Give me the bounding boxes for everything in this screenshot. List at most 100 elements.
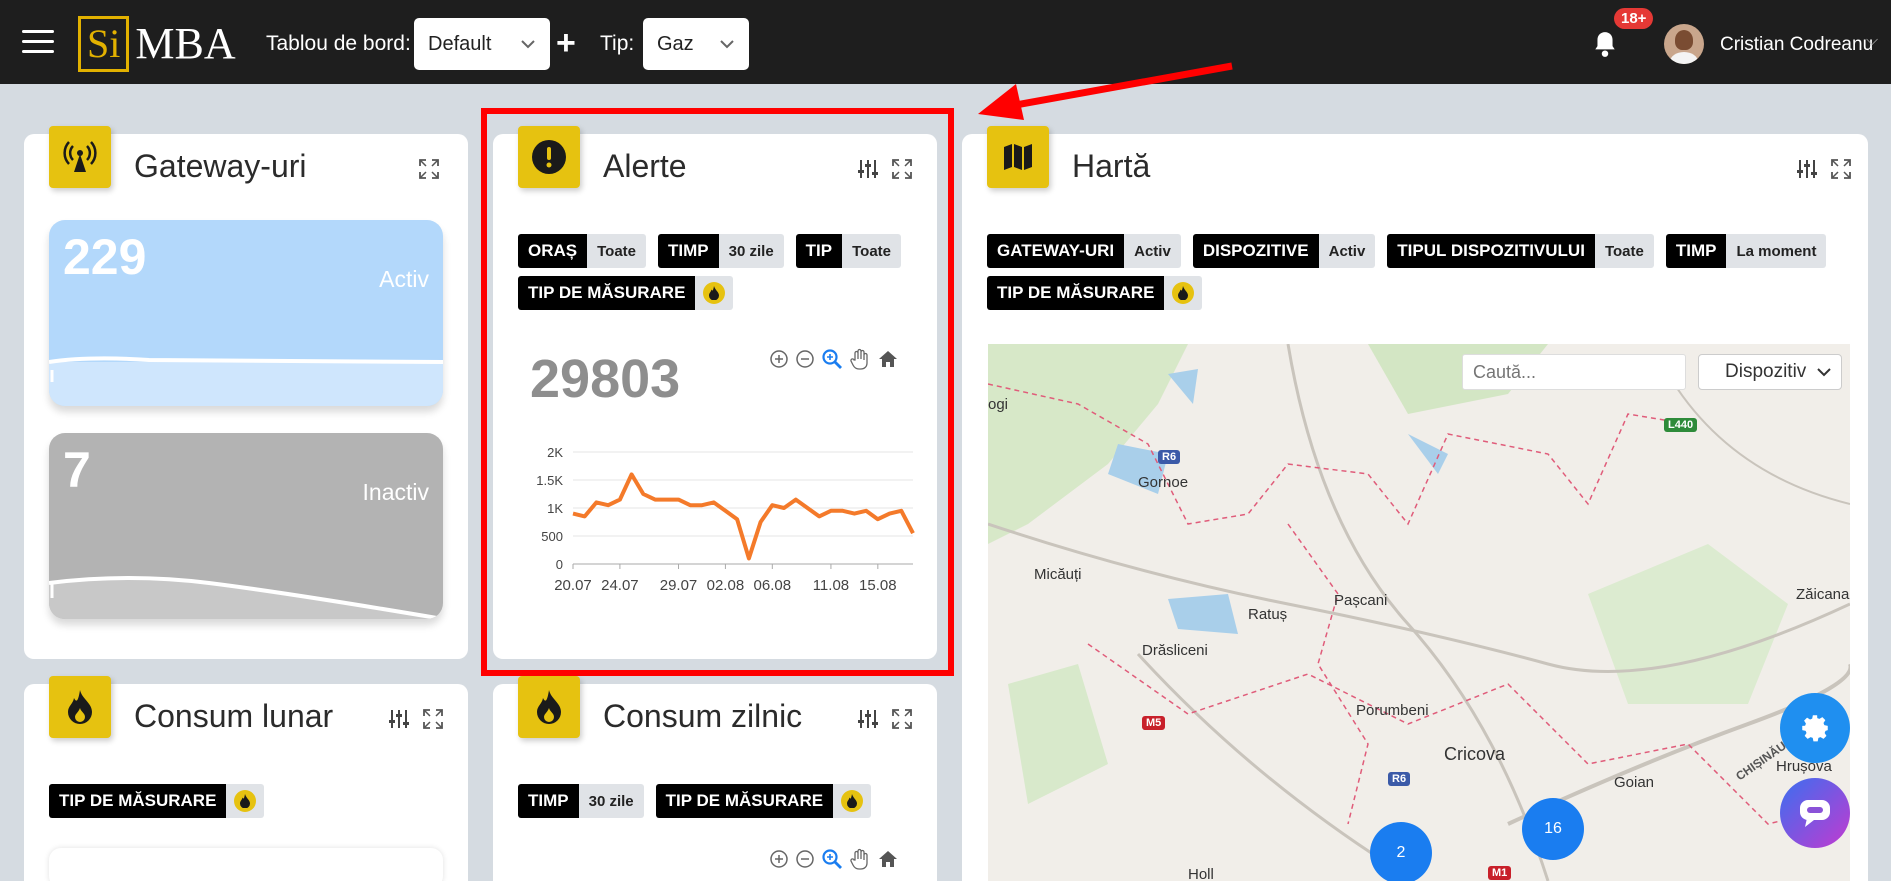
monthly-chart-area bbox=[49, 848, 443, 881]
place-label: Pașcani bbox=[1334, 592, 1388, 609]
road-shield: M1 bbox=[1488, 866, 1512, 880]
annotation-arrow bbox=[978, 62, 1233, 120]
logo-mba: MBA bbox=[135, 19, 236, 68]
place-label: Ratuș bbox=[1248, 606, 1288, 623]
flame-icon bbox=[1172, 282, 1195, 304]
search-icon[interactable] bbox=[821, 848, 843, 870]
type-label: Tip: bbox=[600, 32, 635, 55]
road-shield: R6 bbox=[1388, 772, 1411, 786]
flame-icon bbox=[841, 790, 864, 812]
filter-chip-measurement[interactable]: TIP DE MĂSURARE bbox=[987, 276, 1203, 310]
chip-value: Toate bbox=[1594, 234, 1654, 268]
inactive-gateways-tile[interactable]: 7 Inactiv bbox=[49, 433, 443, 619]
chip-value bbox=[1164, 276, 1203, 310]
chat-button[interactable] bbox=[1780, 778, 1850, 848]
map-view[interactable]: Dispozitiv ogi Gornoe Micăuți Ratuș Pașc… bbox=[988, 344, 1850, 881]
expand-icon[interactable] bbox=[418, 158, 440, 180]
logo-si: Si bbox=[78, 16, 130, 72]
filter-chip-measurement[interactable]: TIP DE MĂSURARE bbox=[49, 784, 265, 818]
chevron-down-icon bbox=[521, 40, 535, 49]
place-label: Gornoe bbox=[1138, 474, 1189, 491]
dashboard-select[interactable]: Default bbox=[414, 18, 550, 70]
card-title: Hartă bbox=[1072, 148, 1151, 184]
road-shield: M5 bbox=[1142, 716, 1166, 730]
menu-icon[interactable] bbox=[22, 30, 54, 54]
place-label: Holl bbox=[1188, 866, 1214, 881]
add-dashboard-button[interactable]: + bbox=[556, 24, 576, 63]
filter-chip-gateways[interactable]: GATEWAY-URI Activ bbox=[987, 234, 1181, 268]
inactive-label: Inactiv bbox=[362, 479, 429, 505]
chip-key: GATEWAY-URI bbox=[987, 234, 1125, 268]
bell-icon[interactable] bbox=[1592, 30, 1618, 58]
type-select-value: Gaz bbox=[657, 32, 694, 55]
card-title: Gateway-uri bbox=[134, 148, 307, 184]
chip-value: Activ bbox=[1318, 234, 1376, 268]
chip-value: La moment bbox=[1726, 234, 1827, 268]
zoom-in-icon[interactable] bbox=[769, 849, 789, 869]
active-label: Activ bbox=[379, 266, 429, 292]
chip-key: TIP DE MĂSURARE bbox=[49, 784, 227, 818]
flame-icon bbox=[234, 790, 257, 812]
sliders-icon[interactable] bbox=[388, 708, 410, 730]
place-label: Goian bbox=[1614, 774, 1655, 791]
daily-consumption-card: Consum zilnic TIMP 30 zile TIP DE MĂSURAR… bbox=[493, 676, 937, 881]
card-title: Consum zilnic bbox=[603, 698, 803, 734]
chip-value: Activ bbox=[1124, 234, 1181, 268]
sliders-icon[interactable] bbox=[857, 708, 879, 730]
notification-badge: 18+ bbox=[1614, 8, 1654, 29]
home-icon[interactable] bbox=[877, 848, 899, 870]
sliders-icon[interactable] bbox=[1796, 158, 1818, 180]
map-icon bbox=[987, 126, 1049, 188]
antenna-icon bbox=[49, 126, 111, 188]
chip-key: TIPUL DISPOZITIVULUI bbox=[1387, 234, 1595, 268]
pan-hand-icon[interactable] bbox=[849, 848, 871, 870]
top-bar: Si MBA Tablou de bord: Default + Tip: Ga… bbox=[0, 0, 1891, 84]
place-label: ogi bbox=[988, 396, 1009, 413]
road-shield: R6 bbox=[1158, 450, 1181, 464]
map-search-input[interactable] bbox=[1462, 354, 1686, 390]
expand-icon[interactable] bbox=[422, 708, 444, 730]
filter-chip-devices[interactable]: DISPOZITIVE Activ bbox=[1192, 234, 1376, 268]
filter-chip-device-type[interactable]: TIPUL DISPOZITIVULUI Toate bbox=[1387, 234, 1654, 268]
map-cluster-marker[interactable]: 2 bbox=[1370, 822, 1432, 881]
chip-key: DISPOZITIVE bbox=[1192, 234, 1319, 268]
chip-key: TIMP bbox=[1665, 234, 1727, 268]
place-label: Cricova bbox=[1444, 744, 1506, 764]
place-label: Porumbeni bbox=[1356, 702, 1429, 719]
settings-button[interactable] bbox=[1780, 693, 1850, 763]
chip-value: 30 zile bbox=[578, 784, 644, 818]
filter-chip-time[interactable]: TIMP 30 zile bbox=[518, 784, 644, 818]
road-shield: L440 bbox=[1664, 418, 1698, 432]
map-cluster-marker[interactable]: 16 bbox=[1522, 798, 1584, 860]
filter-chip-measurement[interactable]: TIP DE MĂSURARE bbox=[655, 784, 872, 818]
user-name[interactable]: Cristian Codreanu bbox=[1720, 34, 1873, 56]
inactive-count: 7 bbox=[63, 442, 91, 498]
active-gateways-tile[interactable]: 229 Activ bbox=[49, 220, 443, 406]
flame-icon bbox=[49, 676, 111, 738]
dashboard-select-value: Default bbox=[428, 32, 492, 55]
map-filter-select[interactable]: Dispozitiv bbox=[1698, 354, 1842, 390]
place-label: Zăicana bbox=[1796, 586, 1850, 603]
avatar[interactable] bbox=[1664, 24, 1704, 64]
inactive-sparkline bbox=[49, 576, 443, 619]
gear-icon bbox=[1802, 715, 1828, 742]
chevron-down-icon[interactable]: ⌵ bbox=[1866, 32, 1878, 50]
chat-icon bbox=[1800, 800, 1830, 827]
zoom-out-icon[interactable] bbox=[795, 849, 815, 869]
type-select[interactable]: Gaz bbox=[643, 18, 749, 70]
gateways-card: Gateway-uri 229 Activ 7 Inactiv bbox=[24, 126, 468, 659]
logo[interactable]: Si MBA bbox=[78, 16, 236, 72]
place-label: Drăsliceni bbox=[1142, 642, 1208, 659]
chevron-down-icon bbox=[720, 40, 734, 49]
expand-icon[interactable] bbox=[891, 708, 913, 730]
filter-chip-time[interactable]: TIMP La moment bbox=[1665, 234, 1827, 268]
card-title: Consum lunar bbox=[134, 698, 334, 734]
flame-icon bbox=[518, 676, 580, 738]
expand-icon[interactable] bbox=[1830, 158, 1852, 180]
place-label: Micăuți bbox=[1034, 566, 1082, 583]
chevron-down-icon bbox=[1817, 367, 1831, 376]
chip-key: TIP DE MĂSURARE bbox=[987, 276, 1165, 310]
chip-value bbox=[226, 784, 265, 818]
chip-value bbox=[833, 784, 872, 818]
highlight-box bbox=[481, 108, 954, 676]
